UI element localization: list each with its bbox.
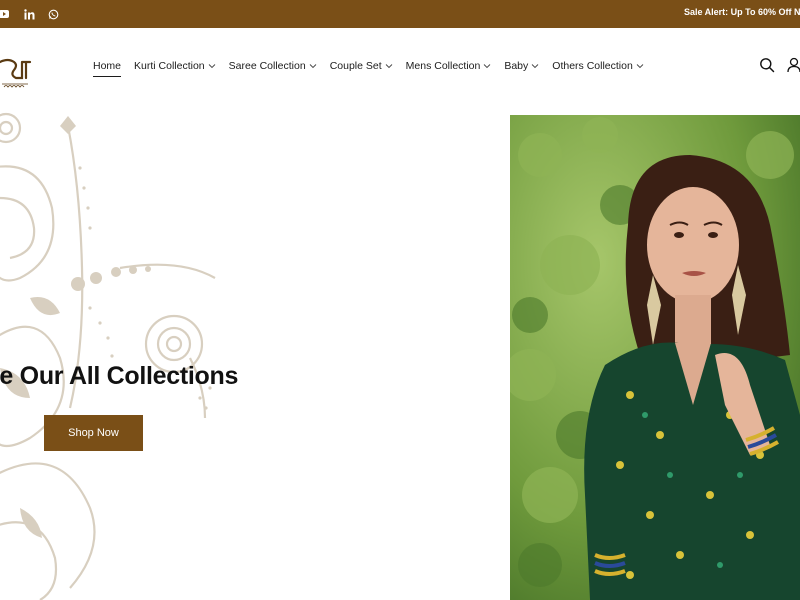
chevron-down-icon [636, 64, 644, 69]
site-header: Home Kurti Collection Saree Collection C… [0, 28, 800, 108]
nav-others-label: Others Collection [552, 60, 633, 72]
youtube-icon[interactable] [0, 6, 12, 22]
hero-model-photo [510, 115, 800, 600]
search-icon[interactable] [759, 57, 775, 73]
paisley-ornament [0, 112, 216, 600]
nav-others-collection[interactable]: Others Collection [552, 58, 644, 74]
nav-home-label: Home [93, 60, 122, 72]
main-navigation: Home Kurti Collection Saree Collection C… [93, 58, 657, 77]
linkedin-icon[interactable] [21, 6, 37, 22]
nav-baby[interactable]: Baby [504, 58, 539, 74]
nav-saree-collection[interactable]: Saree Collection [229, 58, 317, 74]
whatsapp-icon[interactable] [45, 6, 61, 22]
chevron-down-icon [385, 64, 392, 69]
nav-saree-label: Saree Collection [228, 60, 306, 72]
nav-baby-label: Baby [504, 60, 529, 72]
announcement-bar: Sale Alert: Up To 60% Off No [0, 0, 800, 28]
nav-home[interactable]: Home [93, 58, 122, 77]
nav-kurti-label: Kurti Collection [134, 60, 205, 72]
account-icon[interactable] [786, 57, 800, 73]
brand-logo[interactable] [0, 56, 36, 96]
nav-couple-label: Couple Set [329, 60, 382, 72]
nav-mens-collection[interactable]: Mens Collection [406, 58, 492, 74]
chevron-down-icon [484, 64, 491, 69]
sale-alert-text: Sale Alert: Up To 60% Off No [683, 7, 800, 17]
chevron-down-icon [309, 64, 317, 69]
hero-headline: re Our All Collections [0, 362, 239, 390]
chevron-down-icon [208, 64, 215, 69]
nav-mens-label: Mens Collection [405, 60, 481, 72]
shop-now-button[interactable]: Shop Now [44, 415, 143, 451]
nav-kurti-collection[interactable]: Kurti Collection [134, 58, 216, 74]
nav-couple-set[interactable]: Couple Set [330, 58, 393, 74]
chevron-down-icon [531, 64, 539, 69]
